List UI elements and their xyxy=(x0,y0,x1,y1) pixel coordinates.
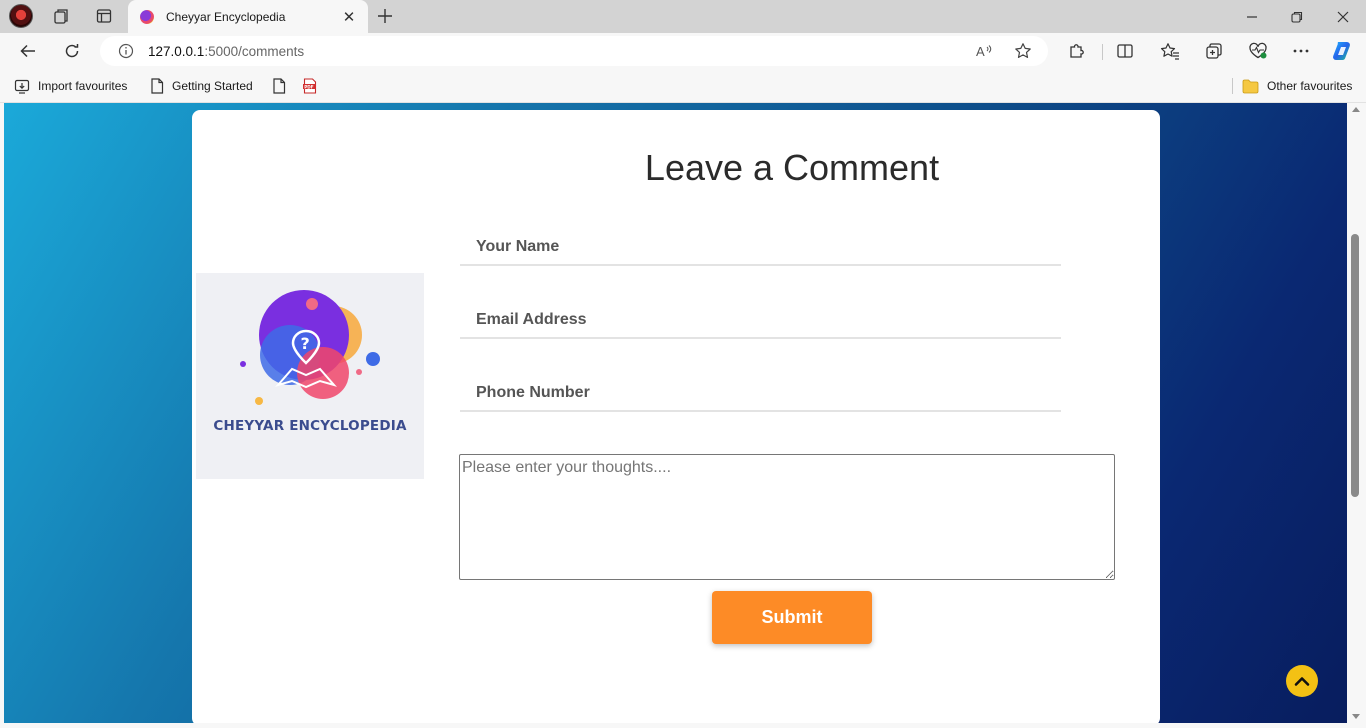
close-icon xyxy=(1337,11,1349,22)
url-path: :5000/comments xyxy=(204,43,305,59)
more-icon xyxy=(1293,49,1309,53)
svg-text:PDF: PDF xyxy=(304,84,314,89)
refresh-icon xyxy=(65,44,79,58)
url-host: 127.0.0.1 xyxy=(148,43,205,59)
minimize-icon xyxy=(1247,15,1257,18)
site-favicon-icon xyxy=(140,9,154,24)
extensions-button[interactable] xyxy=(1062,37,1092,65)
plus-icon xyxy=(378,9,392,23)
workspaces-icon xyxy=(54,9,68,24)
site-logo: ? CHEYYAR ENCYCLOPEDIA xyxy=(196,273,424,479)
star-icon xyxy=(1015,43,1031,58)
logo-text: CHEYYAR ENCYCLOPEDIA xyxy=(213,418,407,434)
restore-button[interactable] xyxy=(1274,0,1320,33)
fav-page[interactable] xyxy=(272,76,286,96)
collections-button[interactable] xyxy=(1199,37,1229,65)
fav-pdf[interactable]: PDF xyxy=(302,76,318,96)
split-screen-icon xyxy=(1117,44,1133,58)
add-favourite-button[interactable] xyxy=(1011,40,1035,62)
toolbar-divider xyxy=(1102,44,1103,60)
copilot-button[interactable] xyxy=(1328,37,1358,65)
split-screen-button[interactable] xyxy=(1110,37,1140,65)
minimize-button[interactable] xyxy=(1229,0,1275,33)
copilot-icon xyxy=(1333,42,1350,60)
page-title: Leave a Comment xyxy=(644,147,940,188)
more-button[interactable] xyxy=(1286,37,1316,65)
favourites-button[interactable] xyxy=(1155,37,1185,65)
profile-button[interactable] xyxy=(6,3,36,29)
heading-area: Leave a Comment xyxy=(456,110,1128,220)
page-background: Leave a Comment ? CHEYYAR ENCYCLOPEDIA Y… xyxy=(4,103,1347,723)
new-tab-button[interactable] xyxy=(372,3,398,29)
comment-textarea[interactable] xyxy=(459,454,1115,580)
scrollbar-thumb[interactable] xyxy=(1351,234,1359,497)
favbar-divider xyxy=(1232,78,1233,94)
tab-bar: Cheyyar Encyclopedia ✕ xyxy=(0,0,1366,33)
vertical-scrollbar[interactable] xyxy=(1347,103,1366,728)
pdf-icon: PDF xyxy=(303,78,317,94)
extensions-icon xyxy=(1070,44,1084,58)
chevron-up-icon xyxy=(1294,677,1310,686)
url-text: 127.0.0.1:5000/comments xyxy=(148,44,304,59)
favourites-icon xyxy=(1160,43,1179,60)
phone-field[interactable] xyxy=(460,376,1061,412)
restore-icon xyxy=(1291,11,1303,23)
fav-label: Import favourites xyxy=(38,79,128,93)
refresh-button[interactable] xyxy=(57,37,87,65)
close-icon[interactable]: ✕ xyxy=(340,8,358,26)
browser-essentials-button[interactable] xyxy=(1243,37,1273,65)
logo-icon: ? xyxy=(240,290,380,405)
scroll-down-arrow-icon[interactable] xyxy=(1352,714,1360,719)
profile-avatar xyxy=(9,4,33,28)
comment-card: Leave a Comment ? CHEYYAR ENCYCLOPEDIA Y… xyxy=(192,110,1160,723)
import-icon xyxy=(14,79,30,94)
fav-import-favourites[interactable]: Import favourites xyxy=(14,76,127,96)
name-field[interactable] xyxy=(460,230,1061,266)
tab-actions-icon xyxy=(96,9,112,23)
browser-essentials-icon xyxy=(1249,42,1267,59)
read-aloud-button[interactable]: A xyxy=(972,40,996,62)
back-to-top-button[interactable] xyxy=(1286,665,1318,697)
folder-icon xyxy=(1242,79,1259,93)
back-icon xyxy=(20,44,35,58)
svg-text:?: ? xyxy=(301,334,310,353)
tab-cheyyar[interactable]: Cheyyar Encyclopedia ✕ xyxy=(128,0,368,33)
info-icon[interactable] xyxy=(118,43,134,59)
collections-icon xyxy=(1206,43,1222,59)
email-field[interactable] xyxy=(460,303,1061,339)
fav-getting-started[interactable]: Getting Started xyxy=(150,76,253,96)
address-bar: 127.0.0.1:5000/comments A xyxy=(0,33,1366,69)
fav-label: Other favourites xyxy=(1267,79,1353,93)
fav-label: Getting Started xyxy=(172,79,253,93)
svg-text:A: A xyxy=(976,44,985,59)
tab-title: Cheyyar Encyclopedia xyxy=(166,9,286,24)
fav-other-favourites[interactable]: Other favourites xyxy=(1242,76,1352,96)
submit-button[interactable]: Submit xyxy=(712,591,872,644)
window-close-button[interactable] xyxy=(1320,0,1366,33)
viewport: Leave a Comment ? CHEYYAR ENCYCLOPEDIA Y… xyxy=(0,103,1366,728)
page-icon xyxy=(273,78,286,94)
favourites-bar: Import favourites Getting Started PDF Ot… xyxy=(0,69,1366,103)
scroll-up-arrow-icon[interactable] xyxy=(1352,107,1360,112)
tab-actions-button[interactable] xyxy=(89,3,119,29)
workspaces-button[interactable] xyxy=(47,3,77,29)
page-icon xyxy=(151,78,164,94)
url-field[interactable]: 127.0.0.1:5000/comments A xyxy=(100,36,1048,66)
back-button[interactable] xyxy=(13,37,43,65)
read-aloud-icon: A xyxy=(976,44,992,59)
